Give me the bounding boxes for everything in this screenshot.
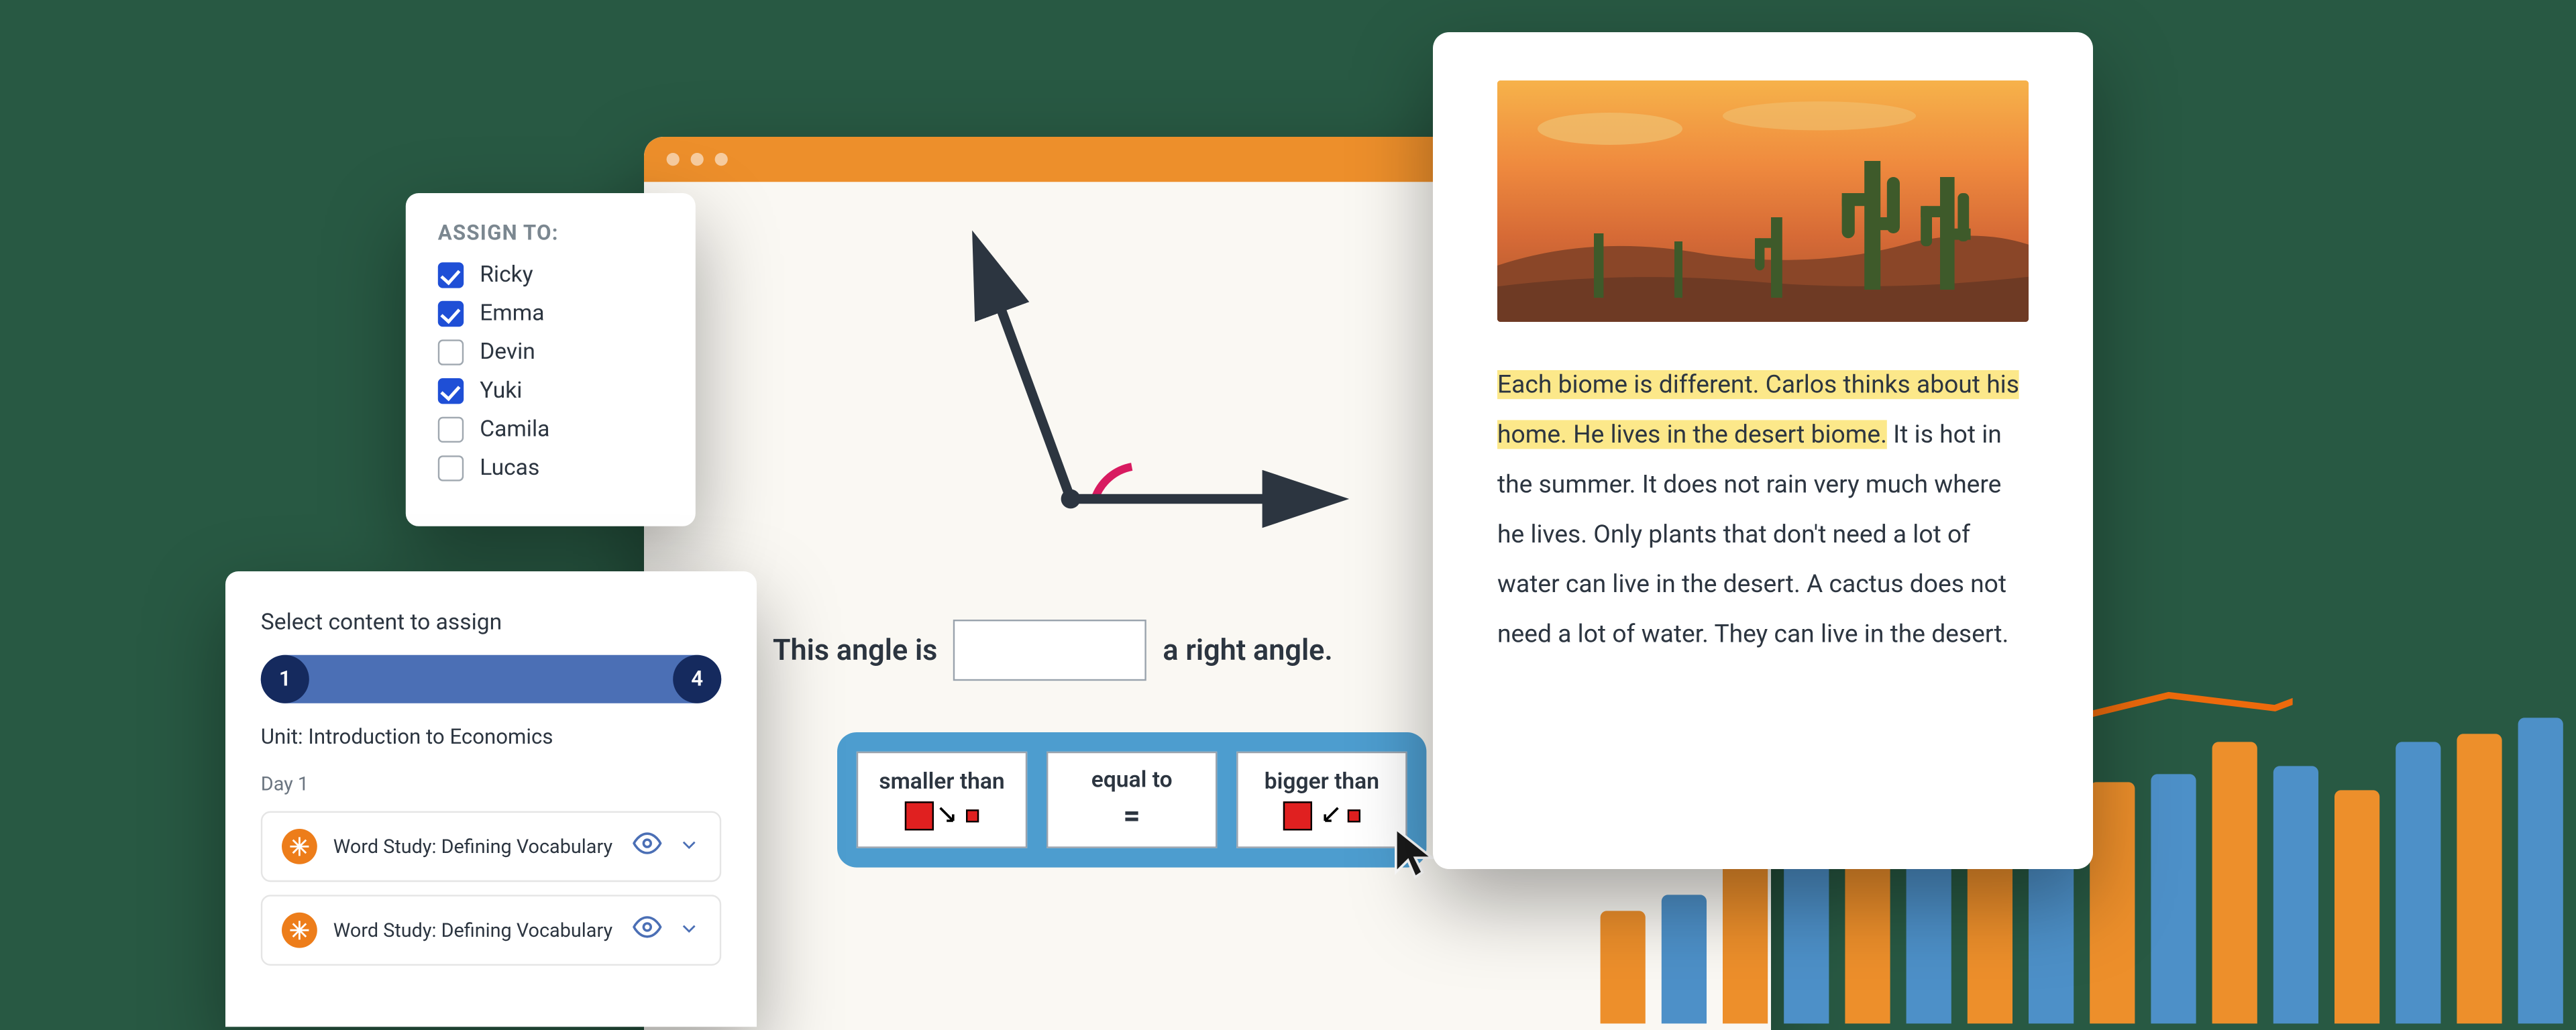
reading-text: Each biome is different. Carlos thinks a… (1497, 361, 2029, 660)
eye-icon[interactable] (633, 913, 661, 948)
assign-panel: ASSIGN TO: Ricky Emma Devin Yuki Camila Lucas (406, 193, 696, 526)
student-name: Yuki (480, 378, 522, 404)
chevron-down-icon[interactable] (678, 915, 700, 946)
choice-bigger-than[interactable]: bigger than (1236, 752, 1407, 848)
assign-title: ASSIGN TO: (438, 222, 663, 246)
content-item[interactable]: Word Study: Defining Vocabulary (261, 811, 721, 882)
assign-row[interactable]: Lucas (438, 455, 663, 481)
angle-prompt: This angle is a right angle. (773, 620, 1333, 681)
content-item-label: Word Study: Defining Vocabulary (333, 836, 616, 858)
progress-end: 4 (673, 655, 721, 703)
assign-row[interactable]: Devin (438, 339, 663, 365)
snowflake-icon (282, 913, 317, 948)
window-control-close[interactable] (667, 153, 680, 166)
content-title: Select content to assign (261, 610, 721, 636)
window-control-minimize[interactable] (691, 153, 704, 166)
reading-image (1497, 80, 2029, 322)
choice-tray: smaller than equal to = bigger than (837, 732, 1426, 868)
body-text: It is hot in the summer. It does not rai… (1497, 420, 2008, 648)
choice-smaller-than[interactable]: smaller than (857, 752, 1027, 848)
bar-blue (2396, 742, 2440, 1023)
content-panel: Select content to assign 1 4 Unit: Intro… (225, 571, 757, 1027)
checkbox[interactable] (438, 339, 464, 365)
progress-start: 1 (261, 655, 309, 703)
choice-equal-to[interactable]: equal to = (1046, 752, 1217, 848)
student-name: Ricky (480, 262, 533, 288)
choice-label: bigger than (1265, 769, 1379, 795)
progress-bar[interactable]: 1 4 (261, 655, 721, 703)
checkbox[interactable] (438, 455, 464, 481)
equals-icon: = (1124, 799, 1140, 833)
window-control-zoom[interactable] (715, 153, 728, 166)
assign-row[interactable]: Emma (438, 301, 663, 327)
prompt-pre: This angle is (773, 633, 937, 667)
eye-icon[interactable] (633, 829, 661, 864)
bar-orange (2334, 790, 2379, 1023)
assign-row[interactable]: Yuki (438, 378, 663, 404)
angle-diagram (853, 225, 1368, 579)
checkbox[interactable] (438, 262, 464, 288)
snowflake-icon (282, 829, 317, 864)
reading-card: Each biome is different. Carlos thinks a… (1433, 32, 2093, 869)
student-name: Devin (480, 339, 535, 365)
student-name: Emma (480, 301, 544, 327)
content-item-label: Word Study: Defining Vocabulary (333, 919, 616, 941)
checkbox[interactable] (438, 378, 464, 404)
student-name: Lucas (480, 455, 539, 481)
chevron-down-icon[interactable] (678, 832, 700, 862)
assign-row[interactable]: Ricky (438, 262, 663, 288)
bar-blue (2518, 718, 2563, 1023)
content-item[interactable]: Word Study: Defining Vocabulary (261, 895, 721, 966)
choice-label: equal to (1091, 767, 1173, 793)
checkbox[interactable] (438, 301, 464, 327)
bigger-than-icon (1283, 801, 1360, 830)
unit-text: Unit: Introduction to Economics (261, 726, 721, 750)
bar-orange (2457, 734, 2502, 1023)
student-name: Camila (480, 417, 549, 443)
day-text: Day 1 (261, 772, 721, 795)
smaller-than-icon (905, 801, 979, 830)
checkbox[interactable] (438, 417, 464, 443)
choice-label: smaller than (879, 769, 1004, 795)
answer-blank[interactable] (953, 620, 1146, 681)
desert-scene-icon (1497, 80, 2029, 322)
prompt-post: a right angle. (1163, 633, 1332, 667)
assign-row[interactable]: Camila (438, 417, 663, 443)
